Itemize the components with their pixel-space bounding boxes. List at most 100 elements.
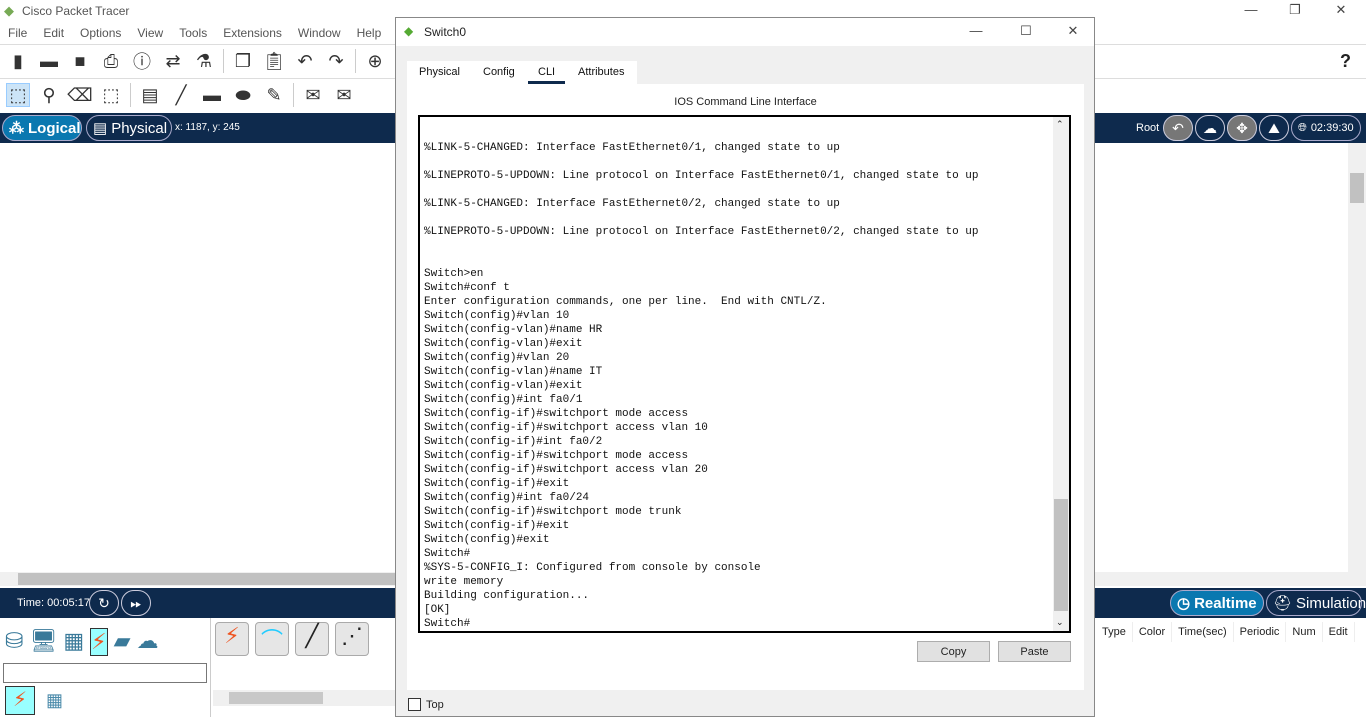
rectangle-icon[interactable]: ▬ (200, 83, 224, 107)
paste-icon[interactable]: 📋︎ (262, 49, 286, 73)
cli-line: Switch(config)#int fa0/1 (424, 394, 583, 406)
freeform-icon[interactable]: ✎ (262, 83, 286, 107)
delete-icon[interactable]: ⌫ (67, 83, 92, 107)
note-icon[interactable]: ▤ (138, 83, 162, 107)
scroll-up-icon[interactable]: ⌃ (1056, 119, 1064, 130)
menu-tools[interactable]: Tools (179, 22, 215, 44)
tab-cli[interactable]: CLI (528, 61, 566, 84)
info-icon[interactable]: ⓘ (130, 49, 154, 73)
viewport-button[interactable]: 🌐︎ 02:39:30 (1291, 115, 1361, 141)
menu-view[interactable]: View (137, 22, 171, 44)
physical-tab[interactable]: ▤ Physical (86, 115, 172, 141)
cli-line: Switch(config-if)#switchport access vlan… (424, 422, 708, 434)
move-icon[interactable]: ✥ (1227, 115, 1257, 141)
print-icon[interactable]: ⎙ (99, 49, 123, 73)
background-icon[interactable]: ⛰ (1259, 115, 1289, 141)
network-devices-icon[interactable]: ⛁ (5, 628, 23, 656)
resize-icon[interactable]: ⬚ (99, 83, 123, 107)
cli-line: Switch(config-if)#switchport access vlan… (424, 464, 708, 476)
menu-extensions[interactable]: Extensions (223, 22, 290, 44)
components-icon[interactable]: ▦ (63, 628, 84, 656)
line-icon[interactable]: ╱ (169, 83, 193, 107)
col-type: Type (1096, 622, 1133, 642)
close-button[interactable]: ✕ (1326, 2, 1356, 20)
cli-line: %LINEPROTO-5-UPDOWN: Line protocol on In… (424, 226, 979, 238)
top-checkbox[interactable] (408, 698, 421, 711)
divider (223, 49, 224, 73)
logical-tab[interactable]: ⁂ Logical (2, 115, 82, 141)
col-periodic: Periodic (1233, 622, 1287, 642)
divider (355, 49, 356, 73)
new-cluster-icon[interactable]: ☁ (1195, 115, 1225, 141)
save-icon[interactable]: ■ (68, 49, 92, 73)
console-cable-icon[interactable]: ⌒ (255, 622, 289, 656)
select-icon[interactable]: ⬚ (6, 83, 30, 107)
cli-line: %LINK-5-CHANGED: Interface FastEthernet0… (424, 198, 840, 210)
back-icon[interactable]: ↶ (1163, 115, 1193, 141)
tab-physical[interactable]: Physical (409, 61, 470, 84)
menu-file[interactable]: File (8, 22, 35, 44)
wizard-icon[interactable]: ⇄ (161, 49, 185, 73)
dialog-minimize-button[interactable]: — (961, 23, 991, 41)
end-devices-icon[interactable]: 🖥︎ (29, 628, 57, 656)
tab-attributes[interactable]: Attributes (568, 61, 634, 84)
connections-icon[interactable]: ⚡︎ (90, 628, 108, 656)
cli-console[interactable]: %LINK-5-CHANGED: Interface FastEthernet0… (418, 115, 1071, 633)
menu-options[interactable]: Options (80, 22, 129, 44)
connections-subtype-icon[interactable]: ⚡︎ (5, 686, 35, 715)
dialog-close-button[interactable]: ✕ (1058, 23, 1088, 41)
dialog-title-bar: ◆ Switch0 — ☐ ✕ (396, 18, 1094, 46)
cli-scrollbar[interactable]: ⌃ ⌄ (1053, 117, 1069, 631)
root-label: Root (1136, 122, 1160, 134)
cli-line: Switch(config-if)#switchport mode access (424, 408, 689, 420)
dialog-maximize-button[interactable]: ☐ (1011, 23, 1041, 41)
open-folder-icon[interactable]: ▬ (37, 49, 61, 73)
simulation-icon: ⛑ (1273, 595, 1293, 612)
realtime-mode-button[interactable]: ◷ Realtime (1170, 590, 1264, 616)
cli-line: %LINK-5-CHANGED: Interface FastEthernet0… (424, 142, 840, 154)
cli-line (424, 211, 1054, 225)
menu-help[interactable]: Help (357, 22, 390, 44)
redo-icon[interactable]: ↷ (324, 49, 348, 73)
connections-scrollbar[interactable] (213, 690, 397, 706)
inspect-icon[interactable]: ⚲ (37, 83, 61, 107)
menu-window[interactable]: Window (298, 22, 349, 44)
cli-line (424, 155, 1054, 169)
crossover-cable-icon[interactable]: ⋰ (335, 622, 369, 656)
grid-icon[interactable]: ▦ (46, 690, 63, 711)
scroll-thumb[interactable] (1054, 499, 1068, 611)
simple-pdu-icon[interactable]: ✉ (301, 83, 325, 107)
activity-icon[interactable]: ⚗ (192, 49, 216, 73)
scroll-down-icon[interactable]: ⌄ (1056, 617, 1064, 628)
copy-button[interactable]: Copy (917, 641, 990, 662)
minimize-button[interactable]: — (1236, 2, 1266, 20)
straight-cable-icon[interactable]: ╱ (295, 622, 329, 656)
device-search-field[interactable] (3, 663, 207, 683)
misc-icon[interactable]: ▰ (114, 628, 131, 656)
cli-line (424, 183, 1054, 197)
cursor-coords: x: 1187, y: 245 (175, 122, 240, 133)
multiuser-icon[interactable]: ☁ (137, 628, 159, 656)
cli-heading: IOS Command Line Interface (674, 96, 817, 108)
ellipse-icon[interactable]: ⬬ (231, 83, 255, 107)
paste-button[interactable]: Paste (998, 641, 1071, 662)
copy-icon[interactable]: ❐ (231, 49, 255, 73)
menu-edit[interactable]: Edit (43, 22, 72, 44)
restore-button[interactable]: ❐ (1280, 2, 1310, 20)
simulation-mode-button[interactable]: ⛑ Simulation (1266, 590, 1366, 616)
tab-config[interactable]: Config (473, 61, 525, 84)
divider (130, 83, 131, 107)
power-cycle-icon[interactable]: ↻ (89, 590, 119, 616)
new-file-icon[interactable]: ▮ (6, 49, 30, 73)
switch-dialog: ◆ Switch0 — ☐ ✕ Physical Config CLI Attr… (395, 17, 1095, 717)
undo-icon[interactable]: ↶ (293, 49, 317, 73)
cli-output: %LINK-5-CHANGED: Interface FastEthernet0… (424, 127, 1054, 631)
app-title: Cisco Packet Tracer (22, 4, 130, 18)
canvas-vertical-scrollbar[interactable] (1348, 143, 1366, 572)
zoom-in-icon[interactable]: ⊕ (363, 49, 387, 73)
fast-forward-icon[interactable]: ⏩︎ (121, 590, 151, 616)
auto-connection-icon[interactable]: ⚡︎ (215, 622, 249, 656)
help-button[interactable]: ? (1340, 51, 1351, 72)
complex-pdu-icon[interactable]: ✉ (332, 83, 356, 107)
cli-line: write memory (424, 576, 504, 588)
